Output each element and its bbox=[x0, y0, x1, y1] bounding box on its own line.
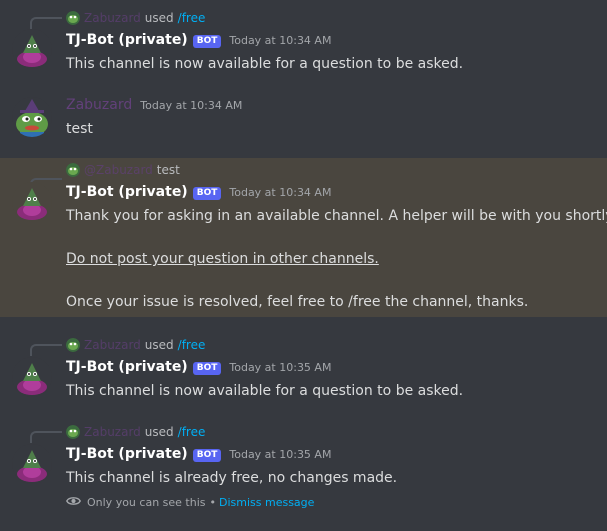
message-text: This channel is already free, no changes… bbox=[66, 470, 398, 486]
eye-icon bbox=[66, 496, 81, 509]
reply-text: test bbox=[156, 163, 180, 177]
message-header: Zabuzard Today at 10:34 AM bbox=[66, 97, 242, 117]
message-header: TJ-Bot (private) BOT Today at 10:35 AM bbox=[66, 446, 331, 466]
reply-command[interactable]: /free bbox=[178, 10, 206, 26]
message-text-underlined: Do not post your question in other chann… bbox=[66, 249, 379, 269]
bot-badge: BOT bbox=[192, 449, 222, 462]
reply-command[interactable]: /free bbox=[178, 337, 206, 353]
reply-used-label: used bbox=[144, 11, 174, 25]
message-text: This channel is now available for a ques… bbox=[66, 56, 464, 72]
reply-connector bbox=[30, 344, 62, 356]
reply-preview[interactable]: Zabuzard used /free bbox=[66, 337, 205, 353]
timestamp[interactable]: Today at 10:35 AM bbox=[229, 448, 331, 461]
author-name[interactable]: TJ-Bot (private) bbox=[66, 359, 188, 375]
reply-connector bbox=[30, 431, 62, 443]
message-text: test bbox=[66, 121, 93, 137]
bot-avatar[interactable] bbox=[12, 29, 52, 69]
reply-preview[interactable]: Zabuzard used /free bbox=[66, 10, 205, 26]
user-mini-avatar-icon bbox=[66, 425, 80, 439]
ephemeral-note: Only you can see this bbox=[87, 496, 206, 509]
timestamp[interactable]: Today at 10:34 AM bbox=[140, 99, 242, 112]
dismiss-message-link[interactable]: Dismiss message bbox=[219, 496, 314, 509]
message-text: This channel is now available for a ques… bbox=[66, 383, 464, 399]
user-avatar[interactable] bbox=[12, 97, 52, 137]
user-mini-avatar-icon bbox=[66, 338, 80, 352]
reply-used-label: used bbox=[144, 425, 174, 439]
reply-used-label: used bbox=[144, 338, 174, 352]
author-name[interactable]: TJ-Bot (private) bbox=[66, 32, 188, 48]
reply-mention[interactable]: @Zabuzard bbox=[84, 162, 153, 178]
user-mini-avatar-icon bbox=[66, 11, 80, 25]
message-header: TJ-Bot (private) BOT Today at 10:35 AM bbox=[66, 359, 331, 379]
reply-author[interactable]: Zabuzard bbox=[84, 424, 141, 440]
underlined-text: Do not post your question in other chann… bbox=[66, 251, 379, 267]
message-text-line: Thank you for asking in an available cha… bbox=[66, 208, 607, 224]
timestamp[interactable]: Today at 10:34 AM bbox=[229, 186, 331, 199]
author-name[interactable]: Zabuzard bbox=[66, 97, 132, 113]
user-mini-avatar-icon bbox=[66, 163, 80, 177]
ephemeral-separator: • bbox=[209, 496, 217, 509]
timestamp[interactable]: Today at 10:34 AM bbox=[229, 34, 331, 47]
message-header: TJ-Bot (private) BOT Today at 10:34 AM bbox=[66, 32, 331, 52]
bot-avatar[interactable] bbox=[12, 444, 52, 484]
bot-badge: BOT bbox=[192, 35, 222, 48]
bot-avatar[interactable] bbox=[12, 357, 52, 397]
bot-badge: BOT bbox=[192, 187, 222, 200]
reply-author[interactable]: Zabuzard bbox=[84, 337, 141, 353]
bot-avatar[interactable] bbox=[12, 182, 52, 222]
bot-badge: BOT bbox=[192, 362, 222, 375]
author-name[interactable]: TJ-Bot (private) bbox=[66, 446, 188, 462]
reply-author[interactable]: Zabuzard bbox=[84, 10, 141, 26]
message-header: TJ-Bot (private) BOT Today at 10:34 AM bbox=[66, 184, 331, 204]
timestamp[interactable]: Today at 10:35 AM bbox=[229, 361, 331, 374]
author-name[interactable]: TJ-Bot (private) bbox=[66, 184, 188, 200]
ephemeral-notice: Only you can see this • Dismiss message bbox=[66, 496, 314, 509]
reply-connector bbox=[30, 17, 62, 29]
reply-preview[interactable]: Zabuzard used /free bbox=[66, 424, 205, 440]
reply-preview[interactable]: @Zabuzard test bbox=[66, 162, 180, 178]
reply-command[interactable]: /free bbox=[178, 424, 206, 440]
message-text-line: Once your issue is resolved, feel free t… bbox=[66, 294, 529, 310]
